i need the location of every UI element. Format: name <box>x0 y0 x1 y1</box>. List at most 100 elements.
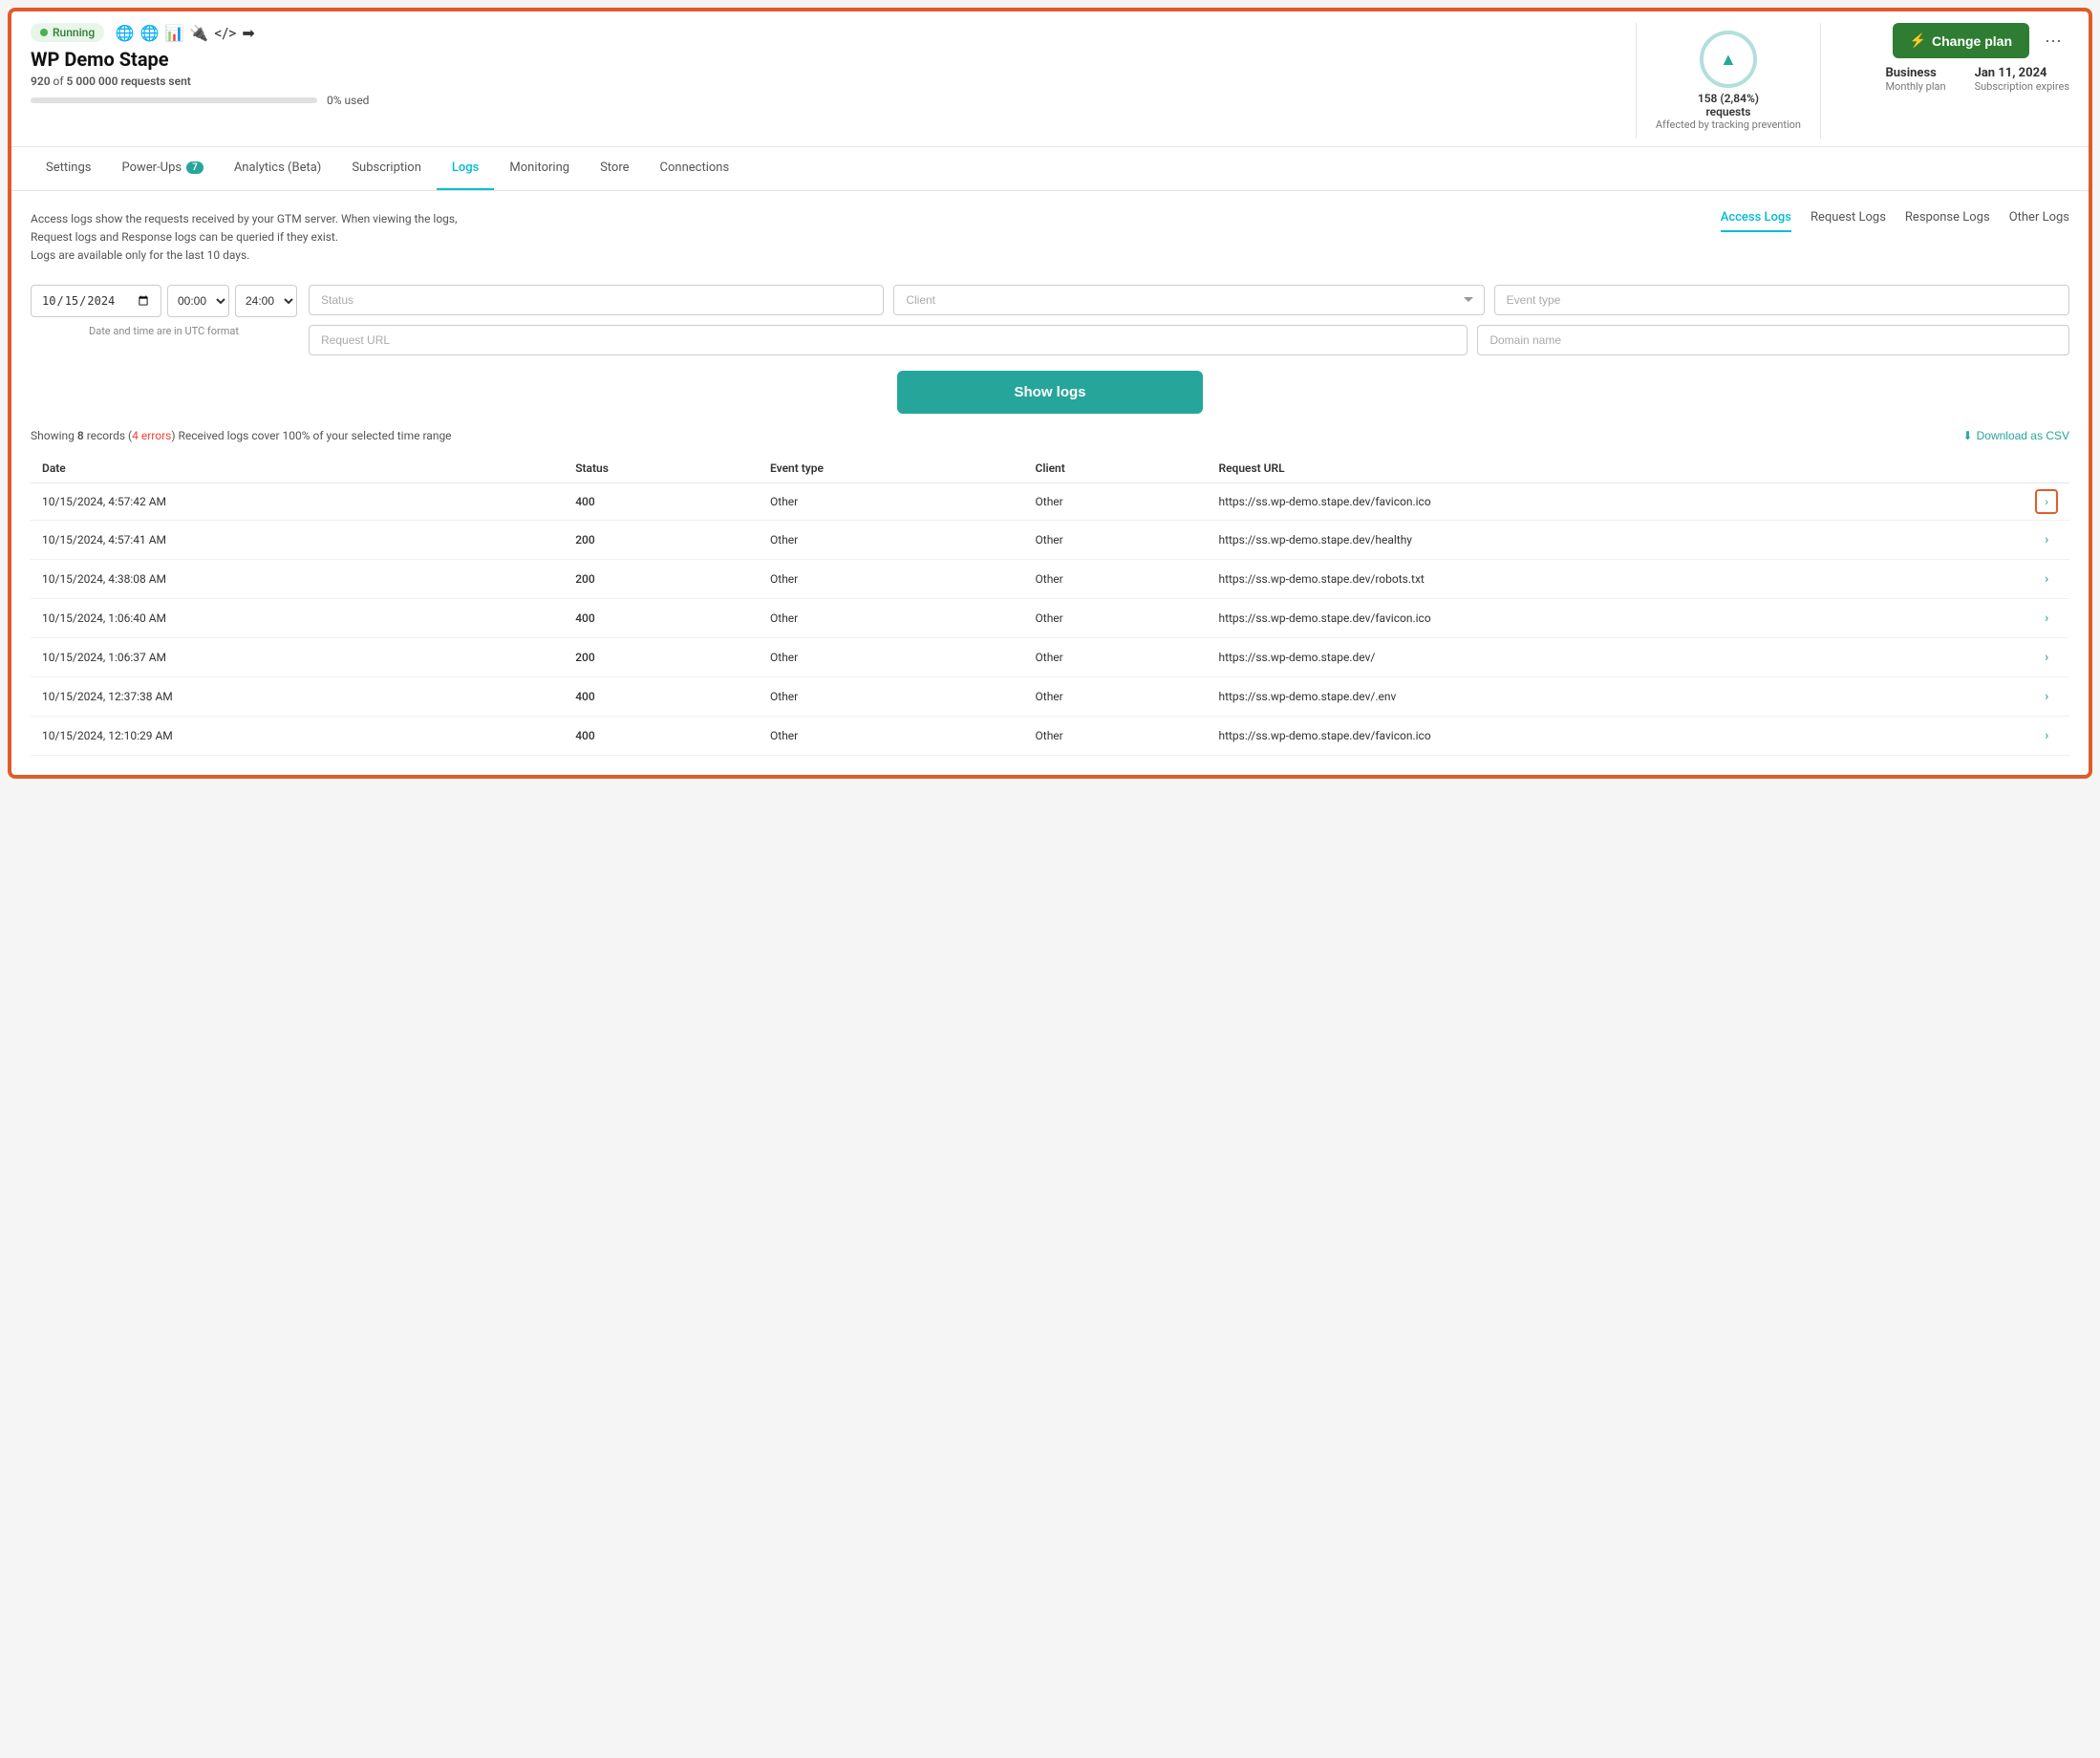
cell-date: 10/15/2024, 1:06:40 AM <box>31 598 564 637</box>
tab-monitoring[interactable]: Monitoring <box>494 147 585 190</box>
results-summary: Showing 8 records (4 errors) Received lo… <box>31 429 452 442</box>
globe-icon: 🌐 <box>116 24 135 42</box>
cell-arrow[interactable]: › <box>2024 598 2069 637</box>
code-icon: </> <box>214 24 236 42</box>
cell-arrow[interactable]: › <box>2024 482 2069 520</box>
row-chevron[interactable]: › <box>2045 650 2048 665</box>
change-plan-button[interactable]: ⚡ Change plan <box>1893 23 2029 58</box>
log-type-tabs: Access Logs Request Logs Response Logs O… <box>1721 210 2069 232</box>
results-header: Showing 8 records (4 errors) Received lo… <box>31 429 2069 442</box>
log-type-other[interactable]: Other Logs <box>2009 210 2069 232</box>
download-csv-button[interactable]: ⬇ Download as CSV <box>1963 429 2069 442</box>
plan-info: Business Monthly plan Jan 11, 2024 Subsc… <box>1885 66 2069 93</box>
client-select[interactable]: Client <box>893 285 1484 315</box>
cell-arrow[interactable]: › <box>2024 716 2069 755</box>
cell-status: 200 <box>564 559 759 598</box>
table-header: Date Status Event type Client Request UR… <box>31 454 2069 483</box>
requests-total: 5 000 000 <box>67 75 118 88</box>
tab-powerups[interactable]: Power-Ups 7 <box>106 147 218 190</box>
col-status: Status <box>564 454 759 483</box>
date-inputs: 00:00 24:00 <box>31 285 297 317</box>
table-row[interactable]: 10/15/2024, 4:57:42 AM 400 Other Other h… <box>31 482 2069 520</box>
cell-url: https://ss.wp-demo.stape.dev/robots.txt <box>1207 559 2024 598</box>
tab-logs[interactable]: Logs <box>437 147 494 190</box>
col-request-url: Request URL <box>1207 454 2024 483</box>
log-description: Access logs show the requests received b… <box>31 210 457 266</box>
row-chevron-highlighted[interactable]: › <box>2035 489 2058 514</box>
col-event-type: Event type <box>759 454 1024 483</box>
log-desc-line1: Access logs show the requests received b… <box>31 210 457 228</box>
log-type-response[interactable]: Response Logs <box>1905 210 1990 232</box>
cell-status: 200 <box>564 520 759 559</box>
table-row[interactable]: 10/15/2024, 4:57:41 AM 200 Other Other h… <box>31 520 2069 559</box>
time-to-select[interactable]: 24:00 <box>235 285 297 317</box>
show-logs-button[interactable]: Show logs <box>897 371 1203 414</box>
time-from-select[interactable]: 00:00 <box>167 285 229 317</box>
cell-event-type: Other <box>759 598 1024 637</box>
cell-arrow[interactable]: › <box>2024 559 2069 598</box>
cell-arrow[interactable]: › <box>2024 676 2069 716</box>
cell-date: 10/15/2024, 4:38:08 AM <box>31 559 564 598</box>
log-desc-line3: Logs are available only for the last 10 … <box>31 247 457 265</box>
tab-settings[interactable]: Settings <box>31 147 106 190</box>
tab-store[interactable]: Store <box>585 147 644 190</box>
cell-date: 10/15/2024, 1:06:37 AM <box>31 637 564 676</box>
status-input[interactable] <box>309 285 884 315</box>
cell-status: 200 <box>564 637 759 676</box>
gauge-sublabel: Affected by tracking prevention <box>1656 118 1801 131</box>
col-action <box>2024 454 2069 483</box>
filter-inputs: Client <box>309 285 2069 355</box>
more-options-button[interactable]: ··· <box>2037 27 2069 54</box>
event-type-input[interactable] <box>1494 285 2069 315</box>
cell-client: Other <box>1024 520 1208 559</box>
plan-name: Business <box>1885 66 1945 80</box>
header-icons: 🌐 🌐 📊 🔌 </> ➡ <box>116 24 255 42</box>
row-chevron[interactable]: › <box>2045 689 2048 704</box>
bar-chart-icon: 📊 <box>164 24 183 42</box>
log-type-access[interactable]: Access Logs <box>1721 210 1791 232</box>
domain-name-input[interactable] <box>1477 325 2069 355</box>
main-content: Access logs show the requests received b… <box>11 191 2089 775</box>
site-title: WP Demo Stape <box>31 48 1617 71</box>
cell-date: 10/15/2024, 12:37:38 AM <box>31 676 564 716</box>
cell-date: 10/15/2024, 4:57:42 AM <box>31 482 564 520</box>
arrow-icon: ➡ <box>242 24 254 42</box>
cell-event-type: Other <box>759 637 1024 676</box>
cell-status: 400 <box>564 716 759 755</box>
tab-analytics[interactable]: Analytics (Beta) <box>219 147 337 190</box>
usage-bar <box>31 97 317 103</box>
requests-info: 920 of 5 000 000 requests sent <box>31 75 1617 88</box>
cell-status: 400 <box>564 482 759 520</box>
table-row[interactable]: 10/15/2024, 1:06:40 AM 400 Other Other h… <box>31 598 2069 637</box>
row-chevron[interactable]: › <box>2045 532 2048 547</box>
log-desc-line2: Request logs and Response logs can be qu… <box>31 228 457 247</box>
cell-url: https://ss.wp-demo.stape.dev/healthy <box>1207 520 2024 559</box>
table-row[interactable]: 10/15/2024, 12:10:29 AM 400 Other Other … <box>31 716 2069 755</box>
status-badge: Running <box>31 23 104 42</box>
gauge-circle: ▲ <box>1700 31 1757 88</box>
cell-arrow[interactable]: › <box>2024 637 2069 676</box>
row-chevron[interactable]: › <box>2045 571 2048 587</box>
log-type-request[interactable]: Request Logs <box>1811 210 1886 232</box>
table-row[interactable]: 10/15/2024, 1:06:37 AM 200 Other Other h… <box>31 637 2069 676</box>
filter-row: 00:00 24:00 Date and time are in UTC for… <box>31 285 2069 355</box>
filter-row-bottom <box>309 325 2069 355</box>
utc-note: Date and time are in UTC format <box>89 325 239 337</box>
tab-connections[interactable]: Connections <box>645 147 745 190</box>
lightning-icon: ⚡ <box>1910 32 1926 49</box>
tab-subscription[interactable]: Subscription <box>336 147 437 190</box>
table-row[interactable]: 10/15/2024, 4:38:08 AM 200 Other Other h… <box>31 559 2069 598</box>
cell-arrow[interactable]: › <box>2024 520 2069 559</box>
row-chevron[interactable]: › <box>2045 611 2048 626</box>
cell-event-type: Other <box>759 716 1024 755</box>
row-chevron[interactable]: › <box>2045 728 2048 743</box>
date-picker[interactable] <box>31 285 161 317</box>
table-row[interactable]: 10/15/2024, 12:37:38 AM 400 Other Other … <box>31 676 2069 716</box>
cell-client: Other <box>1024 598 1208 637</box>
usage-bar-container: 0% used <box>31 94 1617 107</box>
cell-client: Other <box>1024 716 1208 755</box>
cell-url: https://ss.wp-demo.stape.dev/favicon.ico <box>1207 598 2024 637</box>
plan-type: Monthly plan <box>1885 80 1945 93</box>
plan-name-section: Business Monthly plan <box>1885 66 1945 93</box>
request-url-input[interactable] <box>309 325 1468 355</box>
